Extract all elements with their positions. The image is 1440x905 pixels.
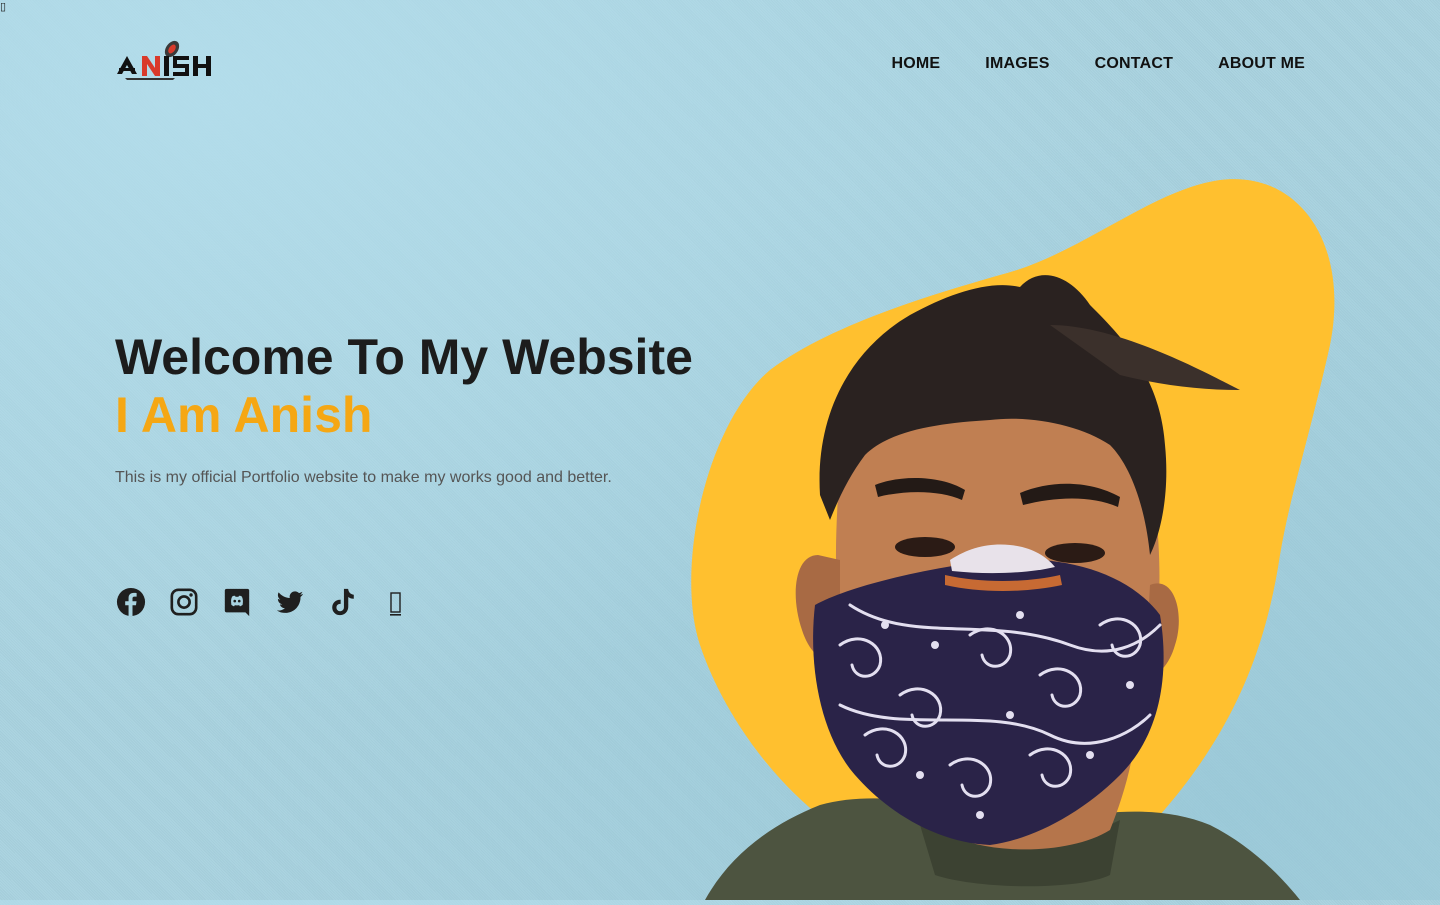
nav-images[interactable]: IMAGES [985, 55, 1049, 73]
extra-social-link[interactable] [380, 586, 411, 617]
discord-icon [224, 588, 249, 616]
hero-title: Welcome To My Website [115, 329, 693, 385]
nav-about-me[interactable]: ABOUT ME [1218, 55, 1305, 73]
missing-glyph-icon [389, 591, 401, 616]
site-logo[interactable] [115, 38, 213, 86]
nav-home[interactable]: HOME [891, 55, 940, 73]
main-nav: HOME IMAGES CONTACT ABOUT ME [891, 55, 1305, 73]
instagram-icon [170, 588, 197, 615]
discord-link[interactable] [221, 586, 252, 617]
social-links [115, 586, 411, 617]
twitter-icon [276, 590, 303, 613]
hero-section: Welcome To My Website I Am Anish This is… [115, 328, 693, 487]
instagram-link[interactable] [168, 586, 199, 617]
hero-subtitle: I Am Anish [115, 387, 373, 443]
portrait-illustration [691, 179, 1335, 900]
twitter-link[interactable] [274, 586, 305, 617]
hero-visual [690, 175, 1350, 900]
tiktok-link[interactable] [327, 586, 358, 617]
facebook-icon [116, 587, 145, 616]
tiktok-icon [331, 588, 354, 615]
nav-contact[interactable]: CONTACT [1095, 55, 1173, 73]
corner-glyph: ▯ [0, 1, 7, 13]
hero-description: This is my official Portfolio website to… [115, 469, 612, 486]
facebook-link[interactable] [115, 586, 146, 617]
rocket-logo-icon [117, 40, 211, 80]
